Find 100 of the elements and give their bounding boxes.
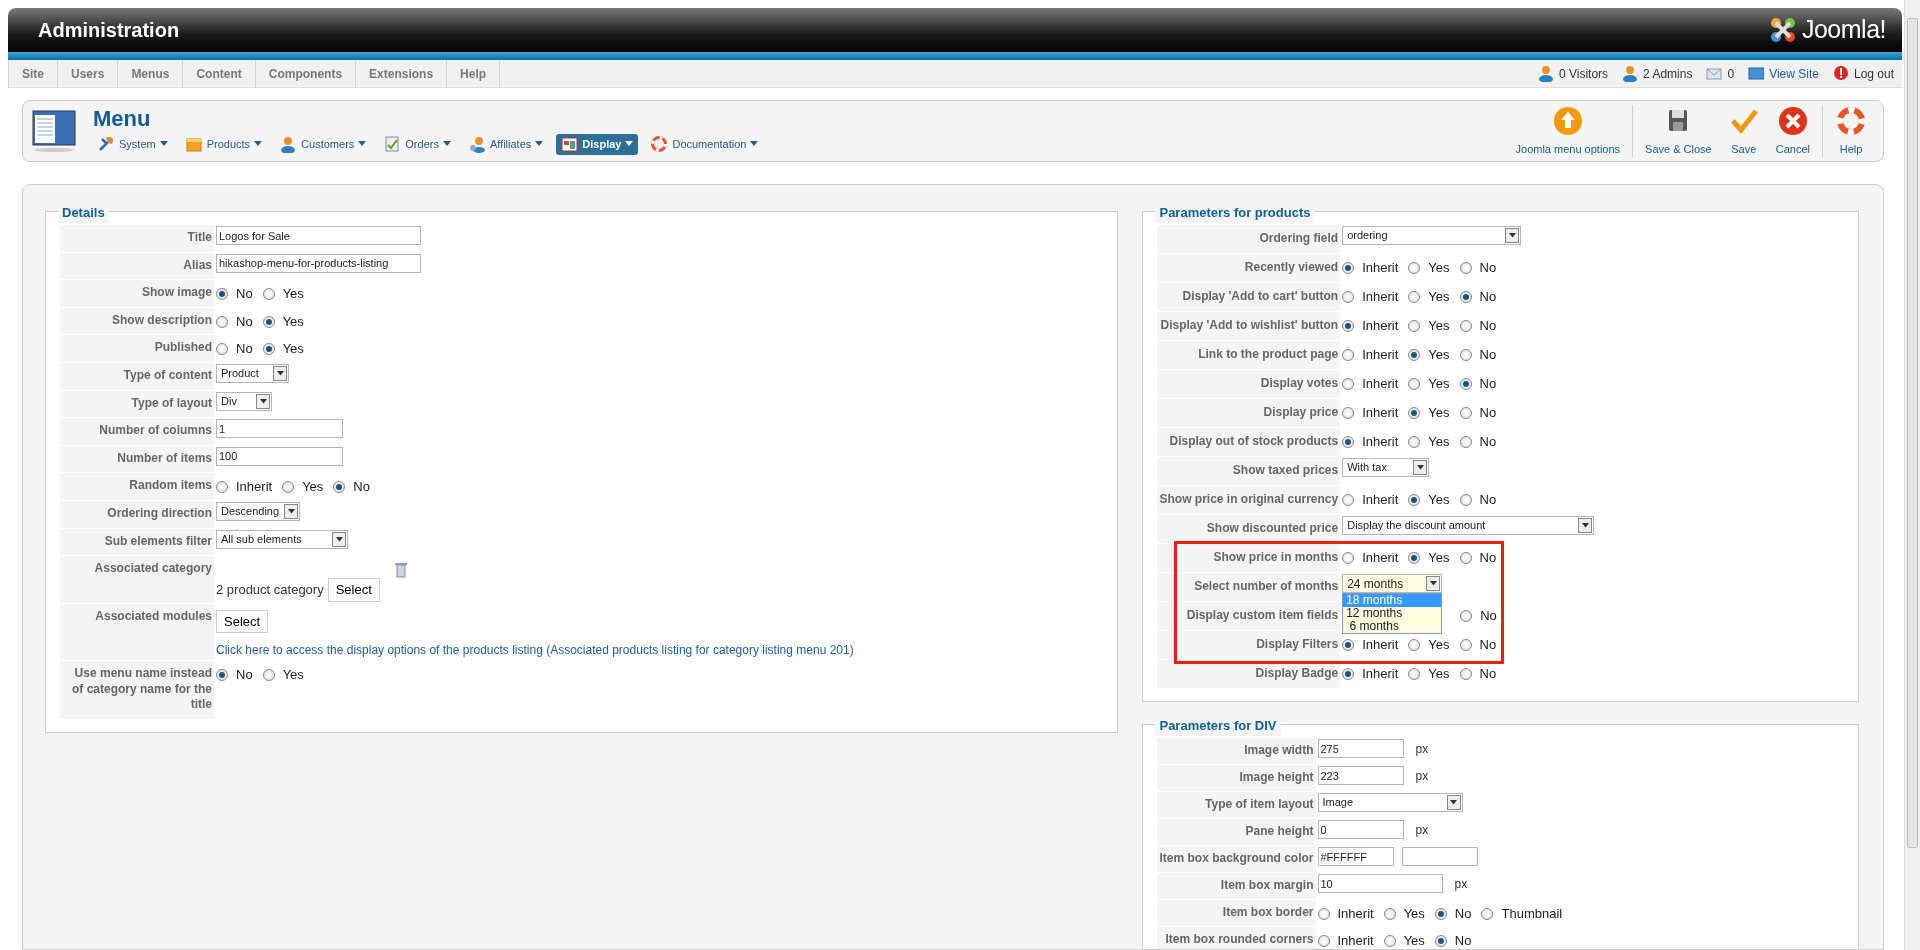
- dropdown[interactable]: ordering: [1342, 226, 1522, 245]
- scrollbar[interactable]: [1904, 0, 1920, 950]
- lifebuoy-icon: [651, 135, 669, 153]
- radio-option[interactable]: No: [1459, 287, 1497, 307]
- radio-option[interactable]: Yes: [1408, 432, 1450, 452]
- display-options-link[interactable]: Click here to access the display options of the products listing (Associated products listing for category listing menu 201): [216, 641, 854, 660]
- radio-option[interactable]: Yes: [262, 284, 304, 304]
- input-field[interactable]: 10: [1317, 874, 1443, 893]
- submenu-tab[interactable]: Products: [180, 133, 268, 155]
- submenu-tab[interactable]: System: [93, 133, 173, 155]
- dropdown-option[interactable]: 12 months: [1343, 607, 1442, 620]
- radio-option[interactable]: Inherit: [1342, 548, 1399, 568]
- menu-item[interactable]: Content: [183, 59, 256, 88]
- submenu-tab[interactable]: Display: [556, 133, 639, 155]
- toolbar-button[interactable]: Joomla menu options: [1507, 104, 1629, 158]
- radio-option[interactable]: No: [1459, 432, 1497, 452]
- submenu-tab[interactable]: Orders: [379, 133, 456, 155]
- radio-option[interactable]: Inherit: [1342, 403, 1399, 423]
- radio-option[interactable]: Inherit: [1342, 374, 1399, 394]
- radio-option[interactable]: No: [216, 284, 253, 304]
- radio-option[interactable]: Inherit: [1342, 664, 1399, 684]
- dropdown[interactable]: All sub elements: [216, 529, 348, 549]
- radio-option[interactable]: Inherit: [1342, 345, 1399, 365]
- dropdown[interactable]: With tax: [1342, 458, 1430, 477]
- radio-option[interactable]: Yes: [1408, 374, 1450, 394]
- input-field[interactable]: hikashop-menu-for-products-listing: [216, 253, 421, 273]
- dropdown[interactable]: Descending: [216, 501, 300, 521]
- dropdown[interactable]: Product: [216, 363, 289, 383]
- status-link[interactable]: Log out: [1853, 64, 1894, 83]
- radio-option[interactable]: No: [1434, 931, 1472, 949]
- radio-option[interactable]: No: [1459, 490, 1497, 510]
- radio-option[interactable]: No: [1459, 548, 1497, 568]
- radio-option[interactable]: Inherit: [1342, 258, 1399, 278]
- radio-option[interactable]: No: [1459, 316, 1497, 336]
- radio-option[interactable]: Yes: [262, 311, 304, 332]
- radio-option[interactable]: Yes: [1383, 931, 1425, 949]
- submenu-tab[interactable]: Affiliates: [463, 133, 549, 155]
- radio-option[interactable]: Yes: [282, 477, 324, 497]
- menu-item[interactable]: Help: [447, 59, 501, 88]
- radio-option[interactable]: Yes: [1383, 904, 1425, 924]
- field-label: Number of items: [60, 445, 214, 473]
- menu-item[interactable]: Users: [58, 59, 119, 88]
- radio-option[interactable]: Inherit: [1342, 490, 1399, 510]
- input-field[interactable]: 0: [1317, 820, 1404, 839]
- radio-option[interactable]: Yes: [1408, 635, 1450, 655]
- toolbar-button[interactable]: Help: [1827, 104, 1875, 158]
- radio-option[interactable]: Inherit: [1342, 287, 1399, 307]
- dropdown[interactable]: Image: [1317, 793, 1463, 812]
- dropdown[interactable]: 24 months: [1342, 574, 1443, 593]
- radio-option[interactable]: Yes: [1408, 548, 1450, 568]
- toolbar-button[interactable]: Save & Close: [1637, 104, 1720, 158]
- menu-item[interactable]: Site: [8, 59, 58, 88]
- menu-item[interactable]: Extensions: [356, 59, 448, 88]
- radio-option[interactable]: No: [216, 339, 253, 359]
- select-button[interactable]: Select: [216, 609, 269, 634]
- radio-option[interactable]: Yes: [1408, 316, 1450, 336]
- radio-option[interactable]: No: [216, 311, 253, 332]
- input-field[interactable]: 100: [216, 446, 343, 466]
- menu-item[interactable]: Components: [255, 59, 357, 88]
- radio-option[interactable]: Inherit: [1342, 432, 1399, 452]
- submenu-tab[interactable]: Customers: [275, 133, 372, 155]
- menu-item[interactable]: Menus: [118, 59, 184, 88]
- radio-option[interactable]: No: [1459, 403, 1497, 423]
- radio-option[interactable]: Inherit: [216, 477, 273, 497]
- radio-option[interactable]: No: [1459, 664, 1497, 684]
- radio-option[interactable]: No: [1460, 606, 1497, 626]
- radio-option[interactable]: Inherit: [1342, 635, 1399, 655]
- toolbar-button[interactable]: Cancel: [1767, 104, 1818, 158]
- radio-option[interactable]: Yes: [1408, 403, 1450, 423]
- radio-option[interactable]: Yes: [1408, 258, 1450, 278]
- input-field[interactable]: 223: [1317, 766, 1404, 785]
- dropdown[interactable]: Div: [216, 391, 272, 411]
- radio-option[interactable]: Yes: [1408, 490, 1450, 510]
- radio-option[interactable]: No: [1459, 258, 1497, 278]
- radio-option[interactable]: No: [1434, 904, 1472, 924]
- input-field[interactable]: #FFFFFF: [1317, 847, 1394, 866]
- input-field[interactable]: 1: [216, 419, 343, 439]
- input-field[interactable]: 275: [1317, 739, 1404, 758]
- radio-option[interactable]: Yes: [1408, 345, 1450, 365]
- radio-option[interactable]: Inherit: [1317, 904, 1374, 924]
- toolbar-button[interactable]: Save: [1719, 104, 1768, 158]
- status-link[interactable]: View Site: [1769, 64, 1819, 83]
- input-field[interactable]: Logos for Sale: [216, 226, 421, 245]
- radio-option[interactable]: No: [216, 665, 253, 685]
- radio-option[interactable]: No: [1459, 635, 1497, 655]
- color-field[interactable]: [1401, 847, 1478, 866]
- radio-option[interactable]: Thumbnail: [1481, 904, 1563, 924]
- radio-option[interactable]: Yes: [262, 339, 304, 359]
- radio-option[interactable]: No: [1459, 374, 1497, 394]
- radio-option[interactable]: Inherit: [1342, 316, 1399, 336]
- radio-option[interactable]: Inherit: [1317, 931, 1374, 949]
- select-button[interactable]: Select: [327, 578, 380, 602]
- radio-option[interactable]: No: [333, 477, 370, 497]
- radio-option[interactable]: Yes: [262, 665, 304, 685]
- dropdown[interactable]: Display the discount amount: [1342, 516, 1595, 535]
- radio-option[interactable]: Yes: [1408, 287, 1450, 307]
- dropdown-option[interactable]: 6 months: [1343, 620, 1442, 633]
- submenu-tab[interactable]: Documentation: [646, 133, 764, 155]
- radio-option[interactable]: Yes: [1408, 664, 1450, 684]
- radio-option[interactable]: No: [1459, 345, 1497, 365]
